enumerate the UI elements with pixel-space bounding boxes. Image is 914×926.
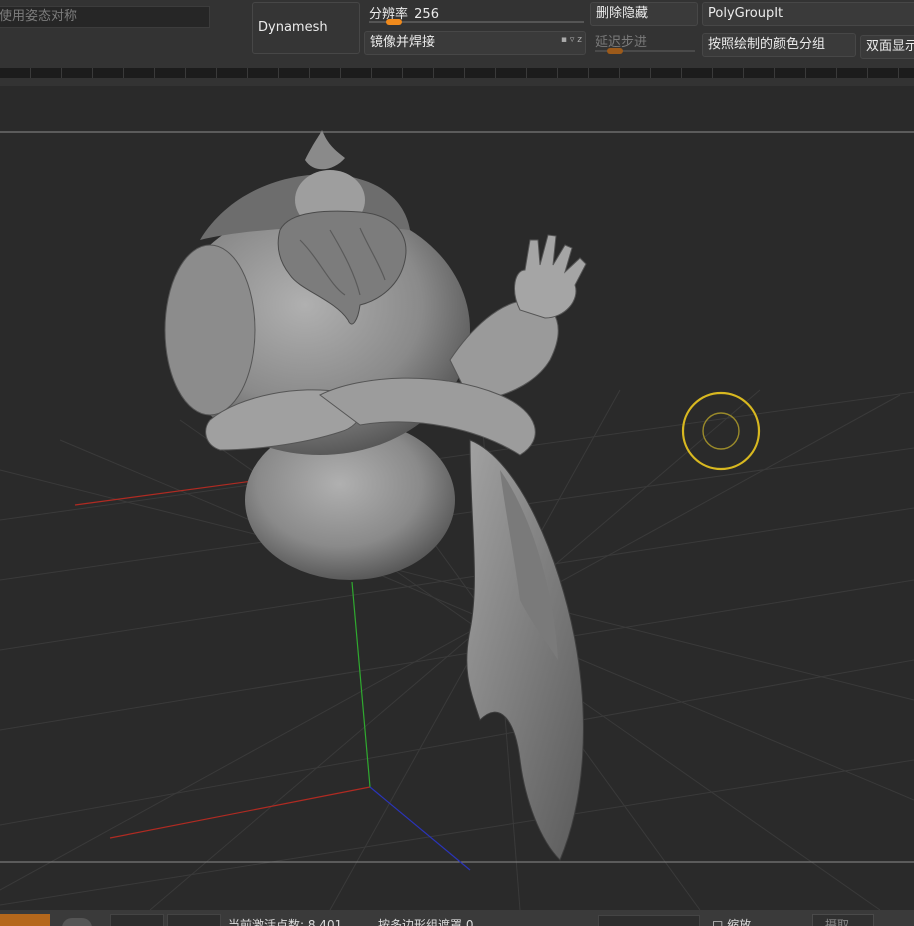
mirror-options-icons[interactable]: ▪ ▿ z: [561, 32, 582, 51]
shelf-strip: [0, 68, 914, 78]
gizmo-circle-icon[interactable]: [681, 391, 761, 471]
delete-hidden-button[interactable]: 删除隐藏: [590, 2, 698, 26]
mirror-weld-label: 镜像并焊接: [370, 35, 436, 50]
delay-step-label: 延迟步进: [595, 35, 648, 50]
group-by-polypaint-button[interactable]: 按照绘制的颜色分组: [702, 33, 856, 57]
right-status-label: 摄取: [825, 918, 850, 926]
status-field-2[interactable]: [167, 914, 221, 926]
posture-symmetry-label: 使用姿态对称: [0, 9, 78, 24]
active-points-label: 当前激活点数: 8,401: [228, 918, 343, 926]
clip-checkbox-label[interactable]: □ 缩放: [712, 916, 751, 926]
mirror-weld-button[interactable]: 镜像并焊接 ▪ ▿ z: [364, 31, 586, 55]
delete-hidden-label: 删除隐藏: [596, 6, 649, 21]
floor-grid: [0, 389, 914, 911]
brush-color-swatch[interactable]: [0, 914, 50, 926]
status-field-3[interactable]: [598, 915, 700, 926]
polygroupit-button[interactable]: PolyGroupIt: [702, 2, 914, 26]
delay-step-knob[interactable]: [607, 48, 623, 54]
polygroupit-label: PolyGroupIt: [708, 6, 784, 21]
dynamesh-button[interactable]: Dynamesh: [252, 2, 360, 54]
material-sphere-icon[interactable]: [62, 918, 92, 926]
double-sided-button[interactable]: 双面显示: [860, 35, 914, 59]
sculpt-model[interactable]: [164, 130, 587, 861]
status-field-1[interactable]: [110, 914, 164, 926]
right-status-button[interactable]: 摄取: [812, 914, 874, 926]
resolution-knob[interactable]: [386, 19, 403, 25]
status-bar: 当前激活点数: 8,401 按多边形组遮罩 0 □ 缩放 摄取: [0, 910, 914, 926]
dynamesh-label: Dynamesh: [258, 20, 328, 35]
group-edges-label: 按多边形组遮罩 0: [378, 918, 474, 926]
posture-symmetry-field[interactable]: 使用姿态对称: [0, 6, 210, 28]
viewport-canvas[interactable]: [0, 86, 914, 911]
resolution-value: 256: [414, 7, 439, 22]
double-sided-label: 双面显示: [866, 39, 914, 54]
group-by-polypaint-label: 按照绘制的颜色分组: [708, 37, 826, 52]
